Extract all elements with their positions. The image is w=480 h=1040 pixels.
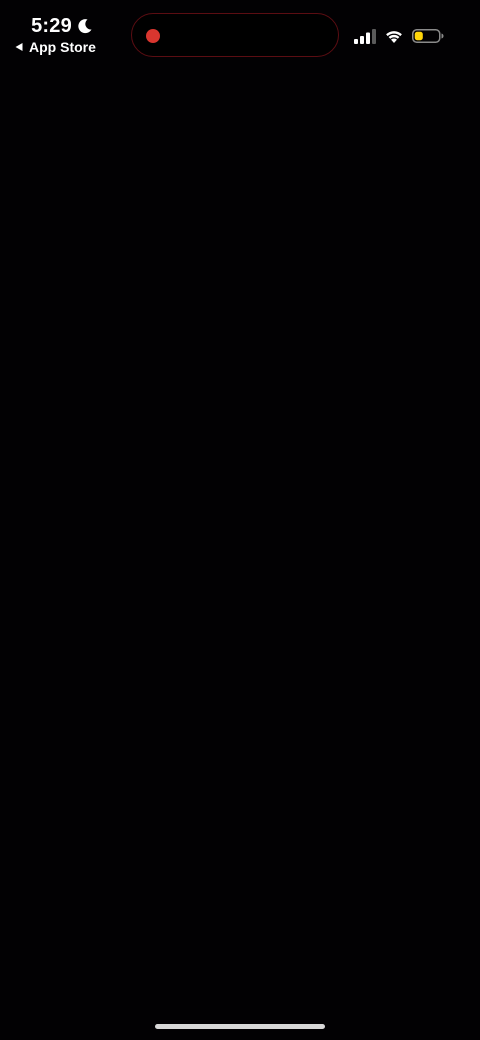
app-screen: 5:29 App Store — [0, 0, 480, 1040]
moon-icon — [78, 19, 92, 34]
dynamic-island[interactable] — [131, 13, 339, 57]
cellular-signal-icon — [354, 29, 376, 44]
back-to-app-store-link[interactable]: App Store — [14, 39, 114, 55]
back-arrow-icon — [15, 43, 23, 51]
time-row: 5:29 — [14, 14, 110, 38]
back-label: App Store — [29, 39, 96, 55]
home-indicator[interactable] — [155, 1024, 325, 1029]
recording-indicator-dot — [146, 29, 160, 43]
status-bar-right — [354, 24, 444, 48]
battery-icon — [412, 29, 444, 43]
battery-level-fill — [414, 31, 423, 41]
status-bar-left: 5:29 App Store — [14, 14, 114, 55]
wifi-icon — [386, 31, 402, 43]
status-time: 5:29 — [31, 14, 72, 37]
